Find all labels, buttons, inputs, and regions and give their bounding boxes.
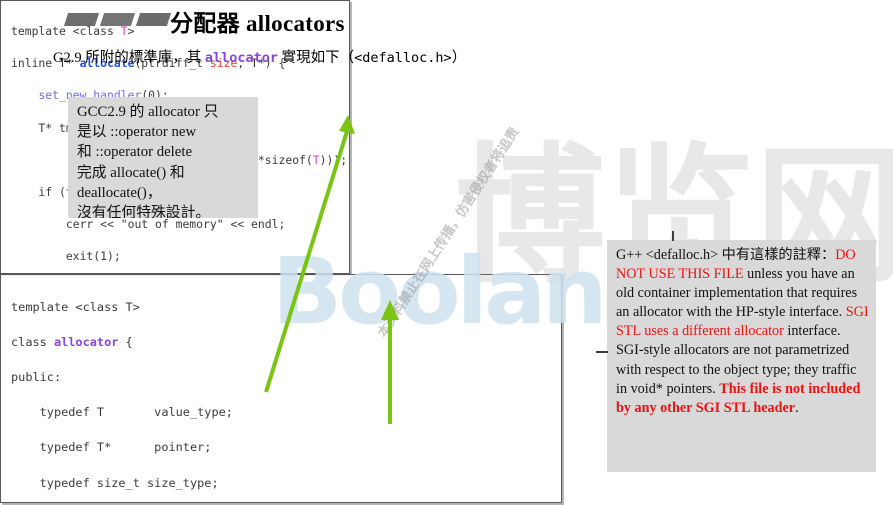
note-right-connector <box>596 351 608 353</box>
note-left-line-2: 和 ::operator delete <box>77 144 193 161</box>
subtitle-header-file: <defalloc.h> <box>354 50 452 66</box>
header-bars-decoration <box>63 13 172 26</box>
subtitle-allocator-ident: allocator <box>204 50 279 66</box>
page-title-cn: 分配器 <box>170 11 240 36</box>
note-left-line-4: deallocate()， <box>77 184 162 201</box>
note-right-seg-0: G++ <defalloc.h> 中有這樣的註釋： <box>616 247 836 263</box>
note-left-line-5: 沒有任何特殊設計。 <box>77 205 211 218</box>
header-bar-2 <box>99 13 136 26</box>
subtitle-part3: ） <box>451 50 467 66</box>
gpp-defalloc-comment-note: G++ <defalloc.h> 中有這樣的註釋：DO NOT USE THIS… <box>607 240 876 472</box>
page-title: 分配器 allocators <box>170 4 345 38</box>
allocator-class-code-block: template <class T> class allocator { pub… <box>0 274 562 503</box>
note-right-connector-top <box>672 231 674 241</box>
slide-header: 分配器 allocators <box>0 0 893 42</box>
gcc-allocator-note: GCC2.9 的 allocator 只 是以 ::operator new 和… <box>68 97 258 218</box>
subtitle-part2: 實現如下（ <box>278 50 355 66</box>
code-bottom-line-4: typedef T* pointer; <box>11 440 212 455</box>
code-bottom-line-5: typedef size_t size_type; <box>11 475 219 490</box>
code-top-line-7: exit(1); <box>11 249 121 264</box>
note-left-line-3: 完成 allocate() 和 <box>77 164 185 181</box>
note-left-line-1: 是以 ::operator new <box>77 124 197 141</box>
note-right-seg-6: . <box>795 399 799 416</box>
subtitle-part1: G2.9 所附的標準庫，其 <box>53 50 205 66</box>
subtitle-line: G2.9 所附的標準庫，其 allocator 實現如下（<defalloc.h… <box>53 46 466 67</box>
header-bar-3 <box>135 13 172 26</box>
page-title-en: allocators <box>245 11 345 36</box>
code-bottom-line-0: template <class T> <box>11 299 140 314</box>
code-top-line-6: cerr << "out of memory" << endl; <box>11 217 286 232</box>
code-bottom-line-2: public: <box>11 369 62 384</box>
code-bottom-line-3: typedef T value_type; <box>11 405 233 420</box>
note-left-line-0: GCC2.9 的 allocator 只 <box>77 104 219 120</box>
header-bar-1 <box>63 13 100 26</box>
code-bottom-line-1: class allocator { <box>11 334 133 349</box>
